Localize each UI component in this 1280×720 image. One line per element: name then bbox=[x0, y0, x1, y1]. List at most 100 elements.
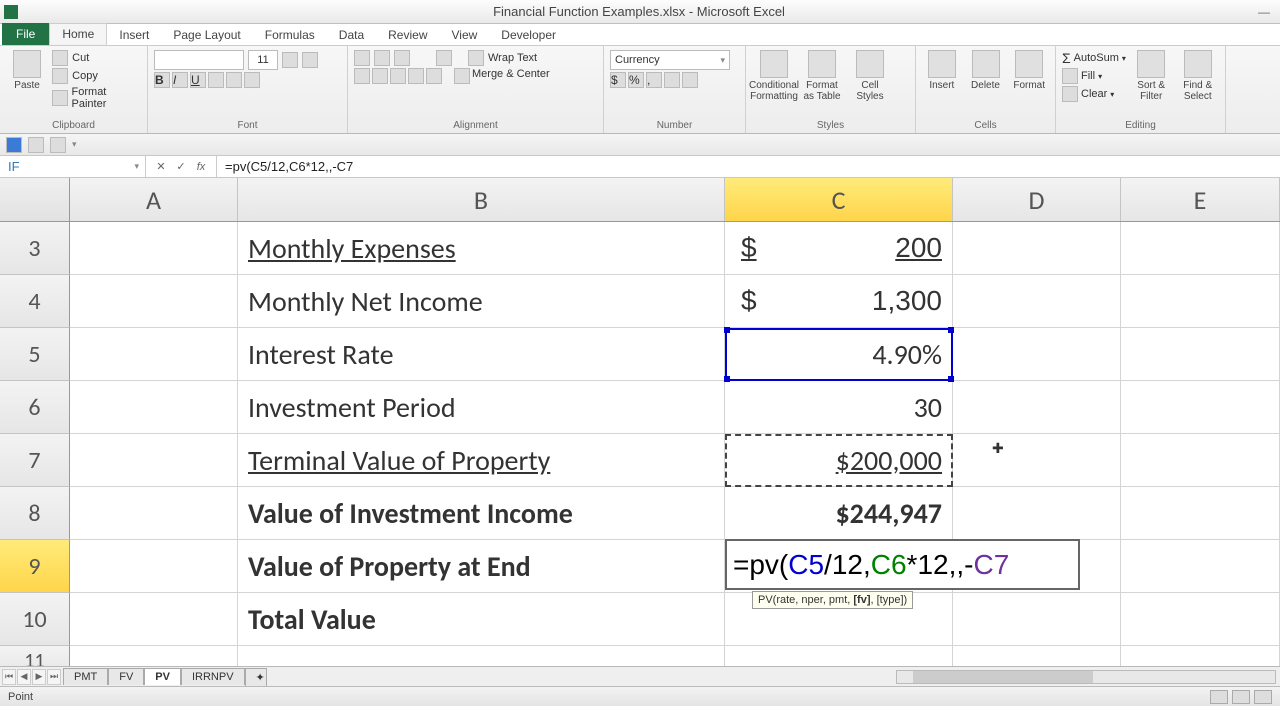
cell-b10[interactable]: Total Value bbox=[238, 593, 725, 646]
cancel-formula-button[interactable]: ✕ bbox=[154, 160, 168, 174]
col-header-d[interactable]: D bbox=[953, 178, 1121, 221]
increase-decimal-button[interactable] bbox=[664, 72, 680, 88]
tab-data[interactable]: Data bbox=[327, 25, 376, 45]
cell-d8[interactable] bbox=[953, 487, 1121, 540]
name-box[interactable]: IF bbox=[0, 156, 146, 177]
worksheet-grid[interactable]: A B C D E 3 Monthly Expenses $200 4 Mont… bbox=[0, 178, 1280, 666]
tab-file[interactable]: File bbox=[2, 23, 49, 45]
cell-a5[interactable] bbox=[70, 328, 238, 381]
decrease-font-icon[interactable] bbox=[302, 52, 318, 68]
copy-button[interactable]: Copy bbox=[52, 68, 141, 84]
cell-e6[interactable] bbox=[1121, 381, 1280, 434]
row-header-6[interactable]: 6 bbox=[0, 381, 70, 434]
sheet-nav-buttons[interactable]: ⏮ ◀ ▶ ⏭ bbox=[0, 669, 63, 685]
cell-a9[interactable] bbox=[70, 540, 238, 593]
italic-button[interactable]: I bbox=[172, 72, 188, 88]
font-name-select[interactable] bbox=[154, 50, 244, 70]
cell-e11[interactable] bbox=[1121, 646, 1280, 666]
active-cell-edit[interactable]: =pv(C5/12,C6*12,,-C7 bbox=[725, 539, 1080, 590]
cell-e7[interactable] bbox=[1121, 434, 1280, 487]
cell-c4[interactable]: $1,300 bbox=[725, 275, 953, 328]
row-header-11[interactable]: 11 bbox=[0, 646, 70, 666]
decrease-indent-icon[interactable] bbox=[408, 68, 424, 84]
col-header-a[interactable]: A bbox=[70, 178, 238, 221]
cell-a8[interactable] bbox=[70, 487, 238, 540]
comma-style-button[interactable]: , bbox=[646, 72, 662, 88]
cell-c11[interactable] bbox=[725, 646, 953, 666]
horizontal-scrollbar[interactable] bbox=[267, 670, 1280, 684]
cell-b4[interactable]: Monthly Net Income bbox=[238, 275, 725, 328]
currency-style-button[interactable]: $ bbox=[610, 72, 626, 88]
cell-e10[interactable] bbox=[1121, 593, 1280, 646]
formula-input[interactable]: =pv(C5/12,C6*12,,-C7 bbox=[217, 159, 1280, 174]
cell-e9[interactable] bbox=[1121, 540, 1280, 593]
decrease-decimal-button[interactable] bbox=[682, 72, 698, 88]
cell-e3[interactable] bbox=[1121, 222, 1280, 275]
cell-d11[interactable] bbox=[953, 646, 1121, 666]
save-icon[interactable] bbox=[6, 137, 22, 153]
border-button[interactable] bbox=[208, 72, 224, 88]
row-header-8[interactable]: 8 bbox=[0, 487, 70, 540]
cell-c6[interactable]: 30 bbox=[725, 381, 953, 434]
delete-cells-button[interactable]: Delete bbox=[966, 50, 1006, 91]
function-tooltip[interactable]: PV(rate, nper, pmt, [fv], [type]) bbox=[752, 591, 913, 609]
tab-view[interactable]: View bbox=[440, 25, 490, 45]
cell-b8[interactable]: Value of Investment Income bbox=[238, 487, 725, 540]
row-header-10[interactable]: 10 bbox=[0, 593, 70, 646]
undo-icon[interactable] bbox=[28, 137, 44, 153]
sheet-tab-irrnpv[interactable]: IRRNPV bbox=[181, 668, 245, 685]
percent-style-button[interactable]: % bbox=[628, 72, 644, 88]
sort-filter-button[interactable]: Sort & Filter bbox=[1130, 50, 1173, 102]
cell-c3[interactable]: $200 bbox=[725, 222, 953, 275]
tab-home[interactable]: Home bbox=[49, 23, 107, 45]
cell-a6[interactable] bbox=[70, 381, 238, 434]
conditional-formatting-button[interactable]: Conditional Formatting bbox=[752, 50, 796, 102]
cell-a7[interactable] bbox=[70, 434, 238, 487]
bold-button[interactable]: B bbox=[154, 72, 170, 88]
normal-view-button[interactable] bbox=[1210, 690, 1228, 704]
format-painter-button[interactable]: Format Painter bbox=[52, 86, 141, 110]
cell-d3[interactable] bbox=[953, 222, 1121, 275]
number-format-select[interactable]: Currency▾ bbox=[610, 50, 730, 70]
col-header-e[interactable]: E bbox=[1121, 178, 1280, 221]
align-center-icon[interactable] bbox=[372, 68, 388, 84]
insert-function-button[interactable]: fx bbox=[194, 160, 208, 174]
align-top-icon[interactable] bbox=[354, 50, 370, 66]
nav-prev-icon[interactable]: ◀ bbox=[17, 669, 31, 685]
cell-b7[interactable]: Terminal Value of Property bbox=[238, 434, 725, 487]
font-color-button[interactable] bbox=[244, 72, 260, 88]
cell-b3[interactable]: Monthly Expenses bbox=[238, 222, 725, 275]
increase-indent-icon[interactable] bbox=[426, 68, 442, 84]
row-header-4[interactable]: 4 bbox=[0, 275, 70, 328]
cell-d5[interactable] bbox=[953, 328, 1121, 381]
sheet-tab-pv[interactable]: PV bbox=[144, 668, 181, 685]
fill-button[interactable]: Fill▾ bbox=[1062, 68, 1126, 84]
tab-developer[interactable]: Developer bbox=[489, 25, 568, 45]
select-all-corner[interactable] bbox=[0, 178, 70, 221]
cell-c7[interactable]: $200,000 bbox=[725, 434, 953, 487]
tab-insert[interactable]: Insert bbox=[107, 25, 161, 45]
increase-font-icon[interactable] bbox=[282, 52, 298, 68]
font-size-select[interactable]: 11 bbox=[248, 50, 278, 70]
row-header-5[interactable]: 5 bbox=[0, 328, 70, 381]
sheet-tab-pmt[interactable]: PMT bbox=[63, 668, 108, 685]
underline-button[interactable]: U bbox=[190, 72, 206, 88]
row-header-9[interactable]: 9 bbox=[0, 540, 70, 593]
cell-a3[interactable] bbox=[70, 222, 238, 275]
sheet-tab-fv[interactable]: FV bbox=[108, 668, 144, 685]
cell-d6[interactable] bbox=[953, 381, 1121, 434]
tab-review[interactable]: Review bbox=[376, 25, 439, 45]
align-middle-icon[interactable] bbox=[374, 50, 390, 66]
align-right-icon[interactable] bbox=[390, 68, 406, 84]
cell-b5[interactable]: Interest Rate bbox=[238, 328, 725, 381]
cell-b11[interactable] bbox=[238, 646, 725, 666]
cell-b9[interactable]: Value of Property at End bbox=[238, 540, 725, 593]
align-left-icon[interactable] bbox=[354, 68, 370, 84]
cell-d4[interactable] bbox=[953, 275, 1121, 328]
insert-cells-button[interactable]: Insert bbox=[922, 50, 962, 91]
tab-formulas[interactable]: Formulas bbox=[253, 25, 327, 45]
format-cells-button[interactable]: Format bbox=[1009, 50, 1049, 91]
wrap-text-button[interactable]: Wrap Text bbox=[488, 52, 537, 64]
nav-last-icon[interactable]: ⏭ bbox=[47, 669, 61, 685]
col-header-b[interactable]: B bbox=[238, 178, 725, 221]
